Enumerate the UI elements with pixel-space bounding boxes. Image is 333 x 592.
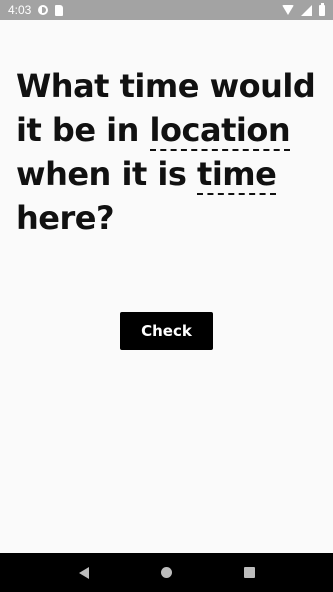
back-button[interactable] — [64, 553, 104, 592]
question-part-2: when it is — [16, 155, 198, 193]
question-text: What time would it be in location when i… — [16, 64, 321, 240]
home-button[interactable] — [147, 553, 187, 592]
navigation-bar — [0, 553, 333, 592]
question-part-3: here? — [16, 199, 115, 237]
battery-icon — [319, 2, 325, 16]
main-content: What time would it be in location when i… — [0, 20, 333, 553]
status-time: 4:03 — [8, 3, 32, 17]
recents-button[interactable] — [230, 553, 270, 592]
sim-card-icon — [55, 4, 64, 16]
time-selector[interactable]: time — [197, 155, 277, 195]
circle-half-icon — [38, 5, 49, 15]
status-bar: 4:03 — [0, 0, 333, 20]
location-selector[interactable]: location — [149, 111, 291, 151]
recents-icon — [244, 567, 255, 578]
back-icon — [78, 566, 89, 579]
wifi-icon — [282, 5, 294, 15]
home-icon — [161, 567, 172, 578]
status-left: 4:03 — [8, 3, 64, 17]
status-right — [282, 2, 325, 16]
check-button[interactable]: Check — [120, 312, 213, 350]
signal-icon — [301, 4, 312, 16]
